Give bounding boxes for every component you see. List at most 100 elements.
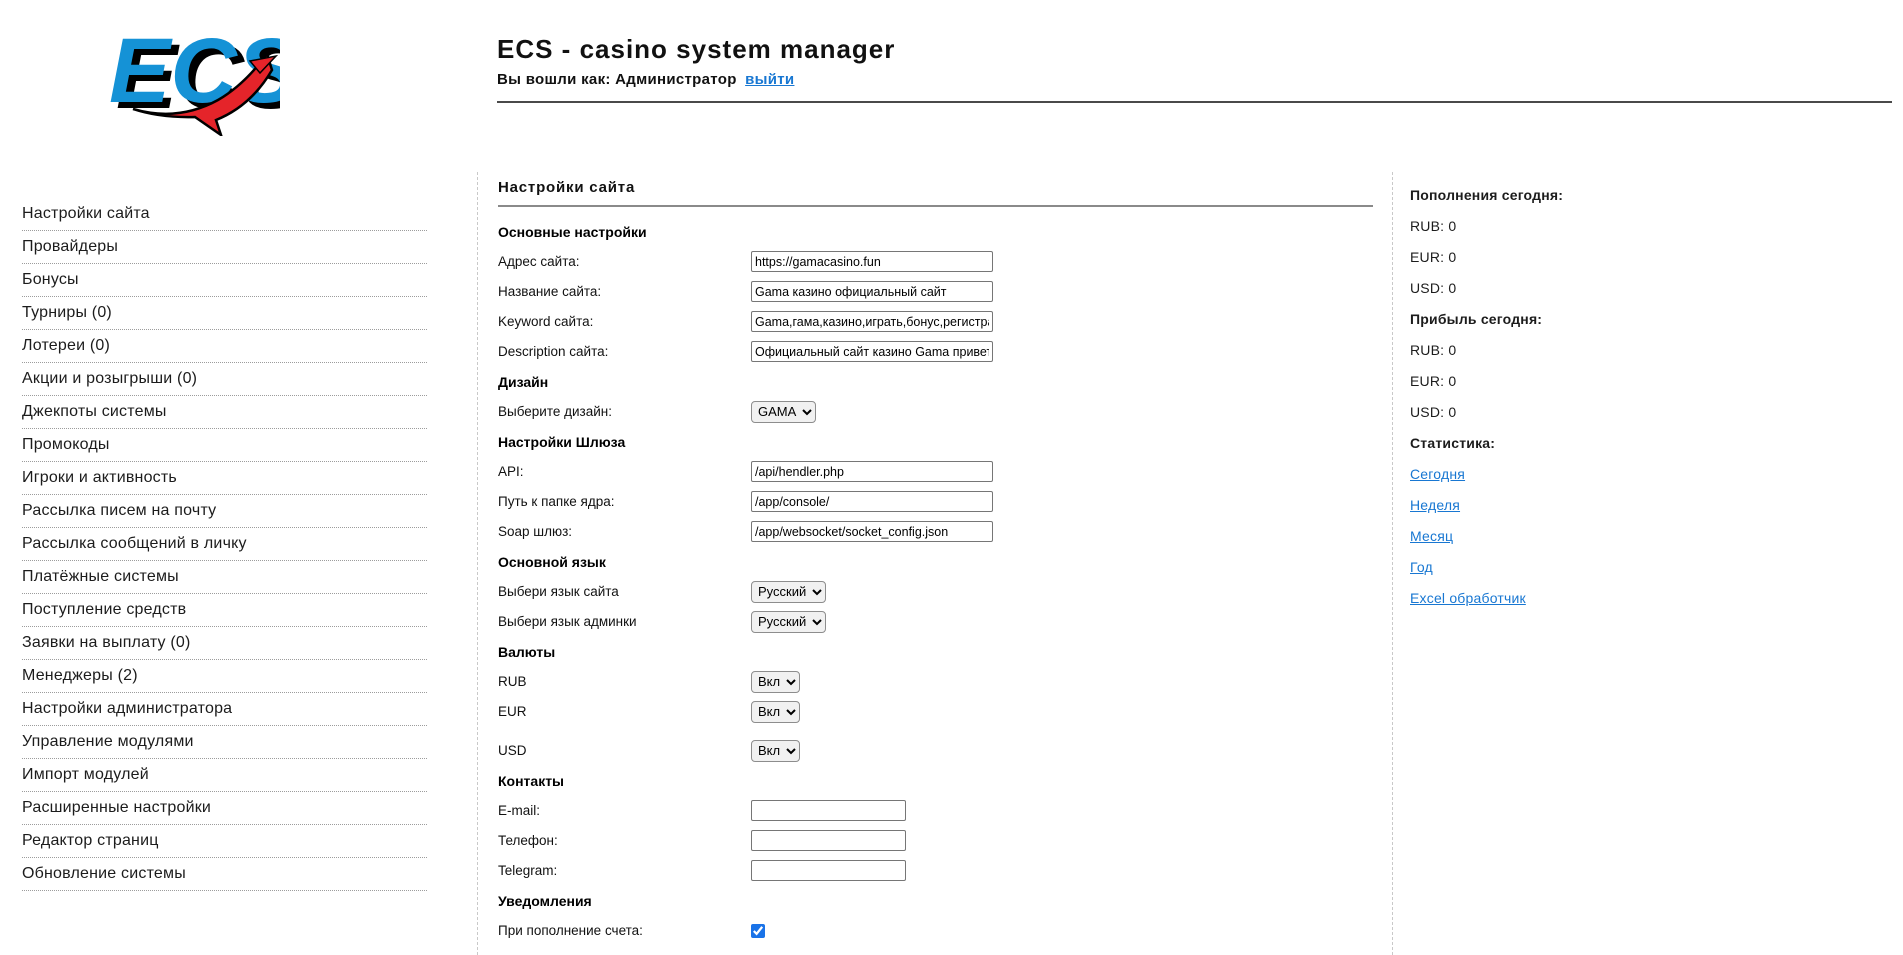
sidebar-item-promotions[interactable]: Акции и розыгрыши (0) [22,371,427,396]
usd-toggle-select-label: USD [498,743,751,758]
stat-value-usd: USD: 0 [1410,281,1563,295]
form-row: Выберите дизайн:GAMA [498,401,1372,422]
login-status-text: Вы вошли как: Администратор [497,71,737,88]
stats-group-title: Прибыль сегодня: [1410,312,1563,326]
page-title: ECS - casino system manager [497,34,895,64]
form-row: RUBВкл [498,671,1372,692]
stat-link-row: Неделя [1410,498,1563,512]
admin-language-select[interactable]: Русский [751,611,826,633]
sidebar-item-lotteries[interactable]: Лотереи (0) [22,338,427,363]
api-input-label: API: [498,464,751,479]
sidebar-menu: Настройки сайта Провайдеры Бонусы Турниры (… [22,206,427,899]
deposit-notify-checkbox[interactable] [751,924,765,938]
section-gateway: Настройки Шлюза [498,434,625,450]
site-name-input[interactable] [751,281,993,302]
phone-input[interactable] [751,830,906,851]
sidebar-item-module-import[interactable]: Импорт модулей [22,767,427,792]
stat-value-eur: EUR: 0 [1410,374,1563,388]
eur-toggle-select[interactable]: Вкл [751,701,800,723]
form-row: Soap шлюз: [498,521,1372,542]
stats-month-link[interactable]: Месяц [1410,529,1453,543]
ecs-logo: ECS ECS [100,16,280,136]
ecs-logo-icon: ECS ECS [100,16,280,136]
site-language-select[interactable]: Русский [751,581,826,603]
logout-link[interactable]: выйти [745,71,794,88]
form-row: Telegram: [498,860,1372,881]
sidebar-item-providers[interactable]: Провайдеры [22,239,427,264]
form-row: Keyword сайта: [498,311,1372,332]
stats-excel-link[interactable]: Excel обработчик [1410,591,1526,605]
header-divider [497,101,1892,103]
api-input[interactable] [751,461,993,482]
site-description-input[interactable] [751,341,993,362]
section-currencies: Валюты [498,644,555,660]
email-input-label: E-mail: [498,803,751,818]
form-row: USDВкл [498,740,1372,761]
settings-form: Основные настройкиАдрес сайта:Название с… [498,221,1372,941]
soap-gateway-input-label: Soap шлюз: [498,524,751,539]
form-row: Основной язык [498,551,1372,572]
stats-group-title: Пополнения сегодня: [1410,188,1563,202]
sidebar-item-payout-requests[interactable]: Заявки на выплату (0) [22,635,427,660]
sidebar-item-jackpots[interactable]: Джекпоты системы [22,404,427,429]
sidebar-item-advanced-settings[interactable]: Расширенные настройки [22,800,427,825]
design-select[interactable]: GAMA [751,401,816,423]
section-language: Основной язык [498,554,606,570]
form-row: Настройки Шлюза [498,431,1372,452]
login-status: Вы вошли как: Администратор выйти [497,71,895,88]
form-row: E-mail: [498,800,1372,821]
stat-link-row: Месяц [1410,529,1563,543]
sidebar-item-system-update[interactable]: Обновление системы [22,866,427,891]
design-select-label: Выберите дизайн: [498,404,751,419]
sidebar-item-promocodes[interactable]: Промокоды [22,437,427,462]
core-path-input[interactable] [751,491,993,512]
stat-link-row: Excel обработчик [1410,591,1563,605]
sidebar-item-incoming-funds[interactable]: Поступление средств [22,602,427,627]
sidebar-item-players-activity[interactable]: Игроки и активность [22,470,427,495]
sidebar-item-email-mailing[interactable]: Рассылка писем на почту [22,503,427,528]
sidebar-item-bonuses[interactable]: Бонусы [22,272,427,297]
stats-week-link[interactable]: Неделя [1410,498,1460,512]
sidebar-item-pm-mailing[interactable]: Рассылка сообщений в личку [22,536,427,561]
site-settings-panel: Настройки сайта Основные настройкиАдрес … [477,172,1393,955]
site-language-select-label: Выбери язык сайта [498,584,751,599]
telegram-input-label: Telegram: [498,863,751,878]
form-row: Телефон: [498,830,1372,851]
sidebar-item-page-editor[interactable]: Редактор страниц [22,833,427,858]
site-url-input[interactable] [751,251,993,272]
soap-gateway-input[interactable] [751,521,993,542]
form-row: При пополнение счета: [498,920,1372,941]
form-row: Путь к папке ядра: [498,491,1372,512]
site-keywords-input-label: Keyword сайта: [498,314,751,329]
core-path-input-label: Путь к папке ядра: [498,494,751,509]
stats-panel: Пополнения сегодня: RUB: 0 EUR: 0 USD: 0 При… [1410,188,1563,622]
form-row: Уведомления [498,890,1372,911]
sidebar-item-payment-systems[interactable]: Платёжные системы [22,569,427,594]
stats-today-link[interactable]: Сегодня [1410,467,1465,481]
section-notifications: Уведомления [498,893,592,909]
panel-title: Настройки сайта [498,178,1372,198]
section-design: Дизайн [498,374,548,390]
form-row: Выбери язык сайтаРусский [498,581,1372,602]
rub-toggle-select[interactable]: Вкл [751,671,800,693]
form-row: Валюты [498,641,1372,662]
sidebar-item-admin-settings[interactable]: Настройки администратора [22,701,427,726]
panel-divider [498,205,1373,207]
admin-language-select-label: Выбери язык админки [498,614,751,629]
stat-value-rub: RUB: 0 [1410,343,1563,357]
sidebar-item-module-management[interactable]: Управление модулями [22,734,427,759]
usd-toggle-select[interactable]: Вкл [751,740,800,762]
sidebar-item-managers[interactable]: Менеджеры (2) [22,668,427,693]
stat-value-eur: EUR: 0 [1410,250,1563,264]
site-keywords-input[interactable] [751,311,993,332]
section-general: Основные настройки [498,224,647,240]
eur-toggle-select-label: EUR [498,704,751,719]
site-name-input-label: Название сайта: [498,284,751,299]
sidebar-item-site-settings[interactable]: Настройки сайта [22,206,427,231]
stats-year-link[interactable]: Год [1410,560,1433,574]
email-input[interactable] [751,800,906,821]
form-row: Description сайта: [498,341,1372,362]
telegram-input[interactable] [751,860,906,881]
sidebar-item-tournaments[interactable]: Турниры (0) [22,305,427,330]
form-row: Выбери язык админкиРусский [498,611,1372,632]
